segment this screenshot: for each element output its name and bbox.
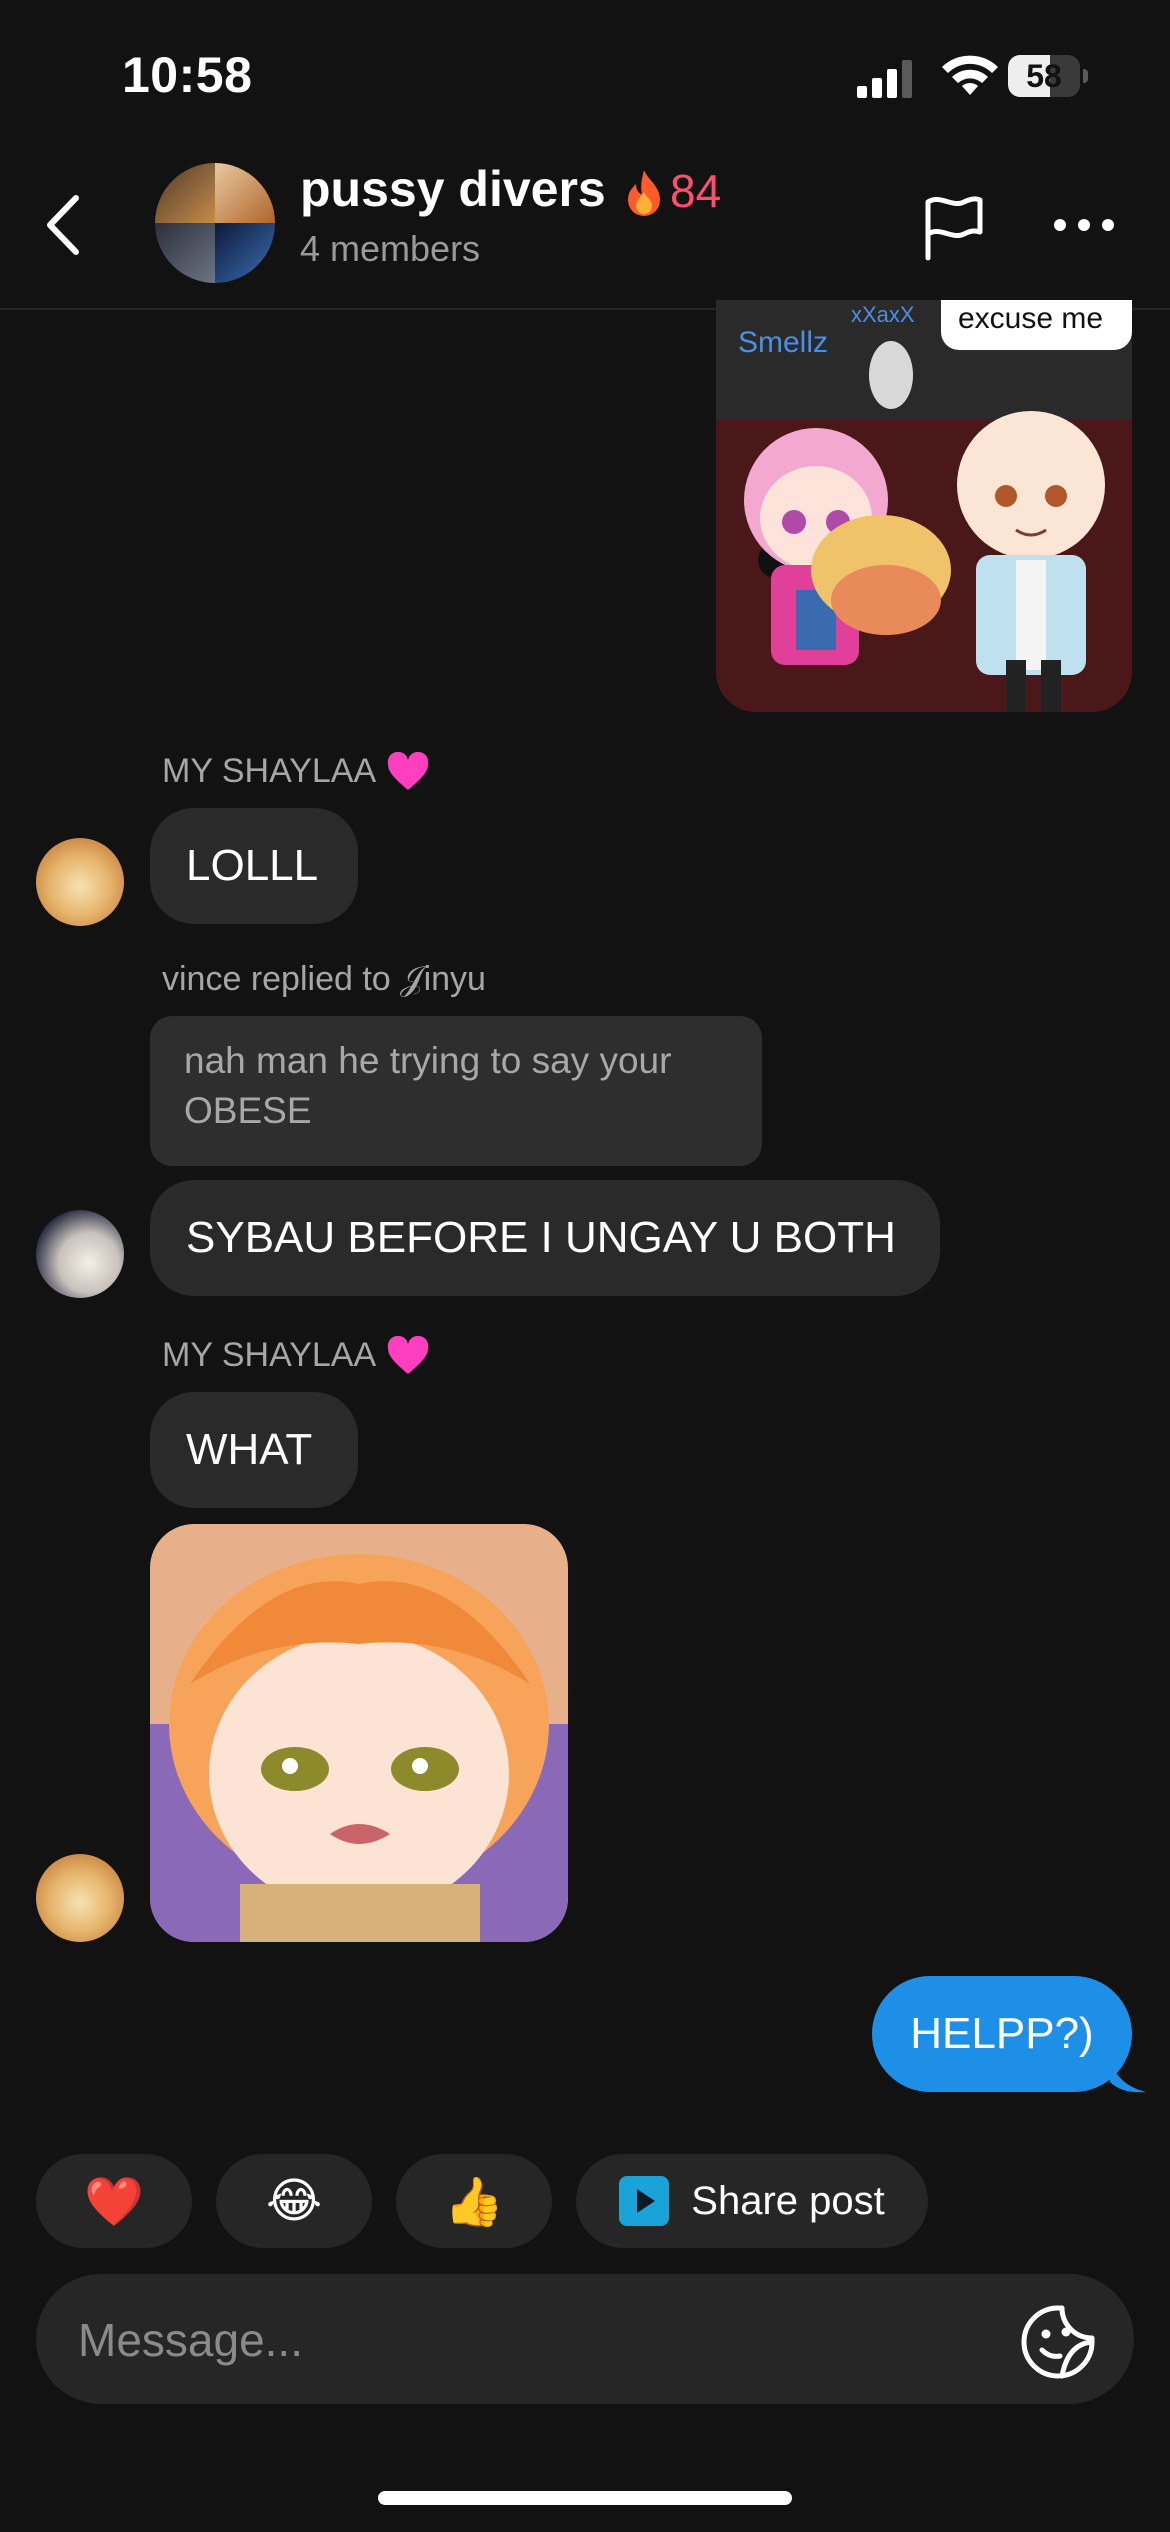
home-indicator	[378, 2491, 792, 2505]
react-laugh-button[interactable]: 😂	[216, 2154, 372, 2248]
sticker-icon[interactable]	[1020, 2304, 1096, 2380]
message-input[interactable]	[76, 2304, 980, 2376]
bubble-tail	[1110, 2062, 1146, 2093]
sender-name: MY SHAYLAA	[162, 1336, 377, 1374]
image-label-xxaxx: xXaxX	[851, 302, 915, 327]
laughing-emoji-icon: 😂	[265, 2175, 323, 2228]
image-caption-excuse-me: excuse me	[958, 302, 1103, 335]
group-name[interactable]: pussy divers	[300, 160, 606, 218]
more-options-icon[interactable]	[1052, 210, 1116, 240]
group-avatar[interactable]	[155, 163, 275, 283]
image-label-smellz: Smellz	[738, 326, 828, 359]
message-composer	[36, 2274, 1134, 2404]
back-icon[interactable]	[40, 190, 90, 260]
sent-image-message[interactable]: excuse me Smellz xXaxX	[716, 300, 1132, 712]
flag-icon[interactable]	[918, 192, 988, 262]
wifi-icon	[942, 55, 998, 95]
react-thumbs-up-button[interactable]: 👍	[396, 2154, 552, 2248]
share-post-button[interactable]: Share post	[576, 2154, 928, 2248]
reply-label: vince replied to 𝒥inyu	[162, 960, 486, 998]
share-post-icon	[619, 2176, 670, 2226]
heart-icon: ❤️	[84, 2175, 144, 2229]
react-heart-button[interactable]: ❤️	[36, 2154, 192, 2248]
thumbs-up-icon: 👍	[444, 2175, 504, 2229]
battery-level: 58	[1026, 58, 1062, 94]
avatar[interactable]	[36, 838, 124, 926]
streak-count: 84	[670, 165, 722, 217]
outgoing-message-bubble[interactable]: HELPP?)	[872, 1976, 1132, 2092]
battery-indicator: 58	[1008, 55, 1088, 97]
status-time: 10:58	[122, 47, 253, 103]
share-post-label: Share post	[691, 2178, 885, 2223]
pink-heart-icon	[387, 1336, 429, 1374]
avatar[interactable]	[36, 1854, 124, 1942]
message-bubble[interactable]: LOLLL	[150, 808, 358, 924]
cellular-signal-icon	[857, 60, 912, 98]
reply-quote[interactable]: nah man he trying to say your OBESE	[150, 1016, 762, 1166]
fire-streak-icon	[628, 170, 660, 216]
pink-heart-icon	[387, 752, 429, 790]
message-bubble[interactable]: WHAT	[150, 1392, 358, 1508]
avatar[interactable]	[36, 1210, 124, 1298]
sender-name: MY SHAYLAA	[162, 752, 377, 790]
members-count: 4 members	[300, 228, 481, 269]
message-bubble[interactable]: SYBAU BEFORE I UNGAY U BOTH	[150, 1180, 940, 1296]
sticker-image[interactable]	[150, 1524, 568, 1942]
